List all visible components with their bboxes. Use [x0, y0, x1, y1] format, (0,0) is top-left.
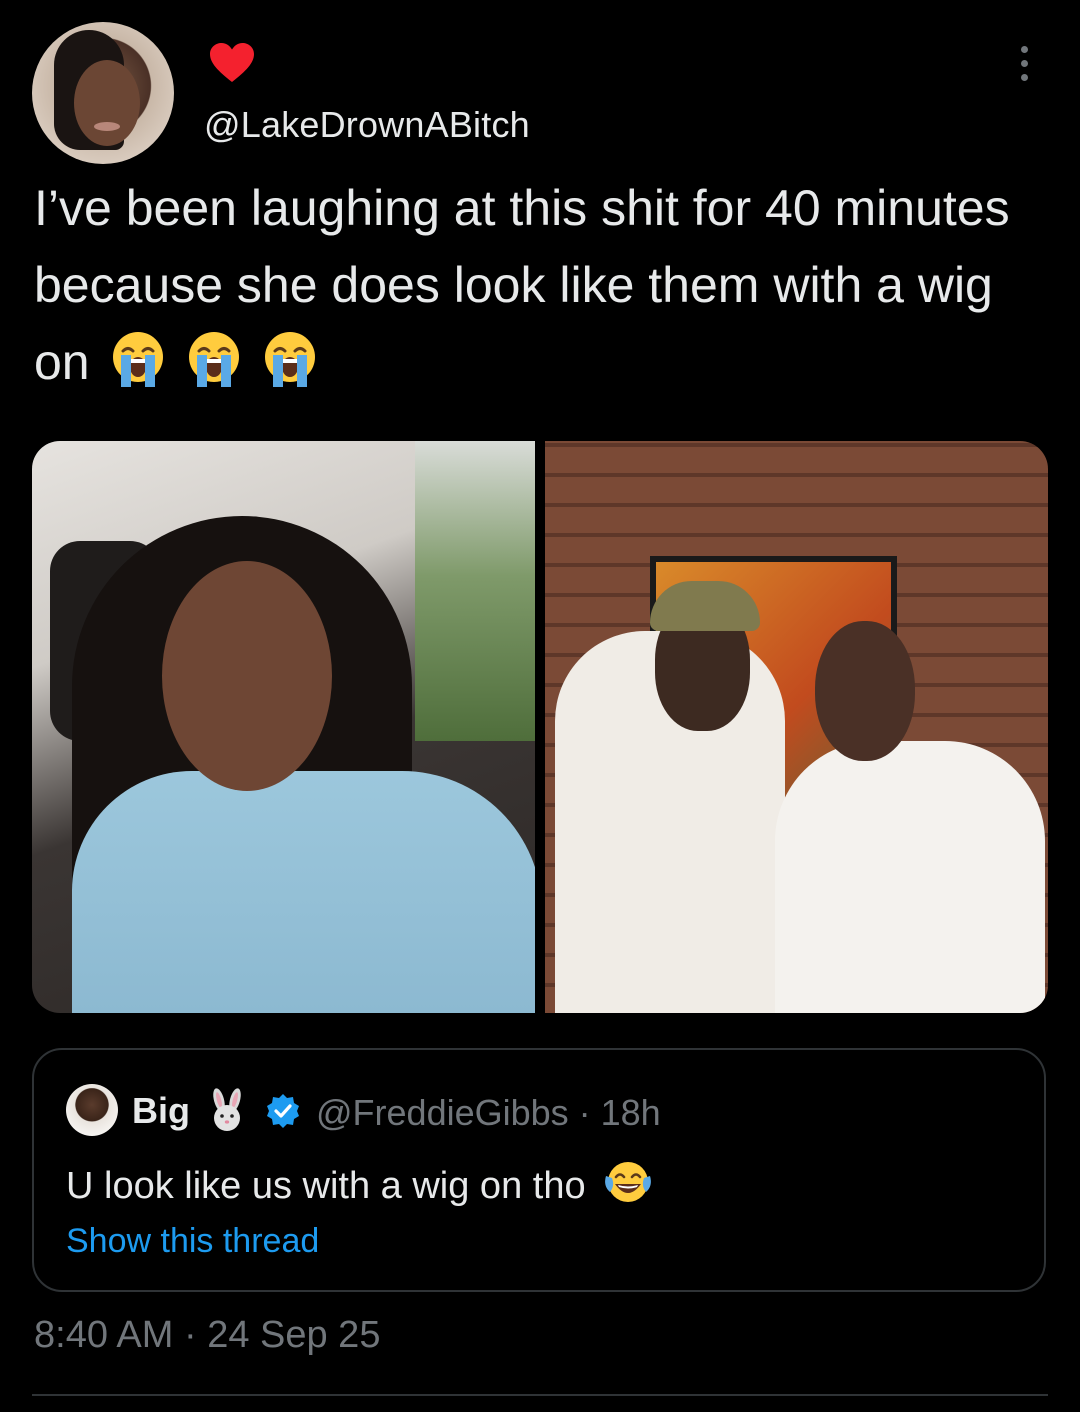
car-window: [415, 441, 535, 741]
tweet-timestamp[interactable]: 8:40 AM · 24 Sep 25: [34, 1314, 380, 1357]
more-dot: [1021, 74, 1028, 81]
loudly-crying-face-emoji: [264, 332, 315, 387]
face-with-tears-of-joy-emoji: [605, 1162, 652, 1202]
author-handle[interactable]: @LakeDrownABitch: [204, 104, 530, 146]
photo-two-men[interactable]: [545, 441, 1048, 1013]
quoted-author-avatar[interactable]: [66, 1084, 118, 1136]
quoted-tweet-text-body: U look like us with a wig on tho: [66, 1165, 586, 1207]
quoted-handle-time[interactable]: @FreddieGibbs · 18h: [316, 1092, 661, 1134]
loudly-crying-face-emoji: [188, 332, 239, 387]
man-right-shirt: [775, 741, 1045, 1013]
divider: [32, 1394, 1048, 1396]
quoted-tweet-card[interactable]: Big @FreddieGibbs · 18h U look like us w…: [32, 1048, 1046, 1292]
author-avatar[interactable]: [32, 22, 174, 164]
verified-badge-icon: [267, 1094, 299, 1128]
show-thread-link[interactable]: Show this thread: [66, 1222, 319, 1261]
avatar-face: [74, 60, 140, 146]
avatar-lips: [94, 122, 120, 131]
woman-face: [162, 561, 332, 791]
more-dot: [1021, 46, 1028, 53]
man-right-head: [815, 621, 915, 761]
loudly-crying-face-emoji: [112, 332, 163, 387]
man-left-cap: [650, 581, 760, 631]
more-options-icon[interactable]: [1012, 44, 1036, 84]
quoted-tweet-text: U look like us with a wig on tho: [66, 1158, 654, 1208]
denim-jacket: [72, 771, 535, 1013]
tweet-text: I’ve been laughing at this shit for 40 m…: [34, 170, 1034, 401]
quoted-author-name[interactable]: Big: [132, 1090, 190, 1132]
more-dot: [1021, 60, 1028, 67]
heart-icon: [210, 43, 254, 82]
emoji-row: [104, 332, 332, 390]
media-grid[interactable]: [32, 441, 1048, 1013]
photo-woman-selfie[interactable]: [32, 441, 535, 1013]
rabbit-icon: [213, 1088, 241, 1131]
